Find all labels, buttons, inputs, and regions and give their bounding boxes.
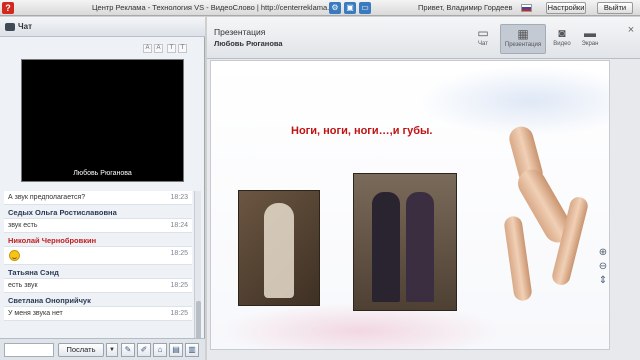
list-item: 18:25 [4,247,192,265]
chat-title: Чат [18,22,32,31]
slide-photo-girl [238,190,320,306]
tab-label: Экран [581,41,599,47]
message-author[interactable]: Светлана Оноприйчук [8,296,91,305]
scroll-thumb[interactable] [196,301,201,341]
presentation-icon: ▦ [517,27,529,41]
message-time: 18:23 [170,194,188,201]
message-author[interactable]: Татьяна Сэнд [8,268,59,277]
zoom-out-icon[interactable]: ⊖ [597,261,609,273]
help-button[interactable]: ? [2,2,14,14]
window-icon[interactable]: ▭ [359,2,371,14]
fit-icon[interactable]: ⇕ [597,275,609,287]
tab-label: Чат [478,41,488,47]
chat-icon: ▭ [477,26,489,40]
video-camera-icon: ◙ [558,26,566,40]
presentation-panel: Презентация Любовь Рюганова ▭ Чат ▦ През… [207,17,640,360]
tab-chat[interactable]: ▭ Чат [464,24,502,54]
user-greeting: Привет, Владимир Гордеев [418,3,513,12]
leg-shape [503,215,533,302]
list-item: Светлана Оноприйчук [4,293,192,307]
chat-scrollbar[interactable] [194,191,201,347]
presentation-title: Презентация [214,27,266,37]
pencil-icon[interactable]: ✐ [137,343,151,357]
top-bar: ? Центр Реклама - Технология VS - ВидеоС… [0,0,640,16]
close-icon[interactable]: × [625,24,637,36]
slide-title: Ноги, ноги, ноги…,и губы. [291,125,433,137]
message-text: есть звук [8,282,38,289]
message-time: 18:25 [170,282,188,289]
message-text: А звук предполагается? [8,194,86,201]
monitor-icon: ▬ [584,26,596,40]
smiley-icon [9,250,20,261]
send-options-dropdown[interactable]: ▼ [106,343,118,357]
gear-icon[interactable]: ⚙ [329,2,341,14]
photo-figure [406,192,434,302]
message-time: 18:25 [170,310,188,317]
list-item: звук есть 18:24 [4,219,192,233]
presentation-slide: Ноги, ноги, ноги…,и губы. ⊕ ⊖ ⇕ [210,60,610,350]
tab-label: Презентация [504,42,542,48]
zoom-in-icon[interactable]: ⊕ [597,247,609,259]
message-time: 18:24 [170,222,188,229]
print-icon[interactable]: ▥ [185,343,199,357]
list-item: Николай Чернобровкин [4,233,192,247]
tab-screen[interactable]: ▬ Экран [571,24,609,54]
message-text: звук есть [8,222,38,229]
chat-message-input[interactable] [4,343,54,357]
lock-icon[interactable]: ▤ [169,343,183,357]
message-time: 18:25 [170,250,188,257]
font-decrease-button[interactable]: A [143,44,152,53]
list-item: У меня звука нет 18:25 [4,307,192,321]
message-author[interactable]: Седых Ольга Ростиславовна [8,208,117,217]
slide-photo-legs [469,116,599,311]
video-caption: Любовь Рюганова [73,170,132,177]
settings-button[interactable]: Настройки [546,2,586,14]
message-text: У меня звука нет [8,310,63,317]
message-author[interactable]: Николай Чернобровкин [8,236,96,245]
presenter-name: Любовь Рюганова [214,39,283,48]
slide-photo-women [353,173,457,311]
text-style-button[interactable]: T [167,44,176,53]
clip-icon[interactable]: ⌂ [153,343,167,357]
font-increase-button[interactable]: A [154,44,163,53]
text-style-alt-button[interactable]: T [178,44,187,53]
zoom-toolbar: ⊕ ⊖ ⇕ [597,247,609,287]
logout-button[interactable]: Выйти [597,2,633,14]
image-icon[interactable]: ▣ [344,2,356,14]
webcam-video[interactable]: Любовь Рюганова [21,59,184,182]
list-item: Седых Ольга Ростиславовна [4,205,192,219]
list-item: А звук предполагается? 18:23 [4,191,192,205]
russian-flag-icon[interactable] [521,4,532,12]
chat-header: Чат [0,17,205,37]
photo-figure [372,192,400,302]
list-item: Татьяна Сэнд [4,265,192,279]
presentation-header: Презентация Любовь Рюганова ▭ Чат ▦ През… [207,17,640,59]
chat-bubble-icon [5,23,15,31]
tab-presentation[interactable]: ▦ Презентация [500,24,546,54]
list-item: есть звук 18:25 [4,279,192,293]
app-title: Центр Реклама - Технология VS - ВидеоСло… [92,3,336,12]
photo-figure [264,203,294,298]
chat-input-bar: Послать ▼ ✎ ✐ ⌂ ▤ ▥ [0,338,205,360]
chat-messages: А звук предполагается? 18:23 Седых Ольга… [4,191,192,347]
chat-panel: Чат A A T T Любовь Рюганова А звук предп… [0,17,205,360]
emoticon-icon[interactable]: ✎ [121,343,135,357]
send-button[interactable]: Послать [58,343,104,357]
